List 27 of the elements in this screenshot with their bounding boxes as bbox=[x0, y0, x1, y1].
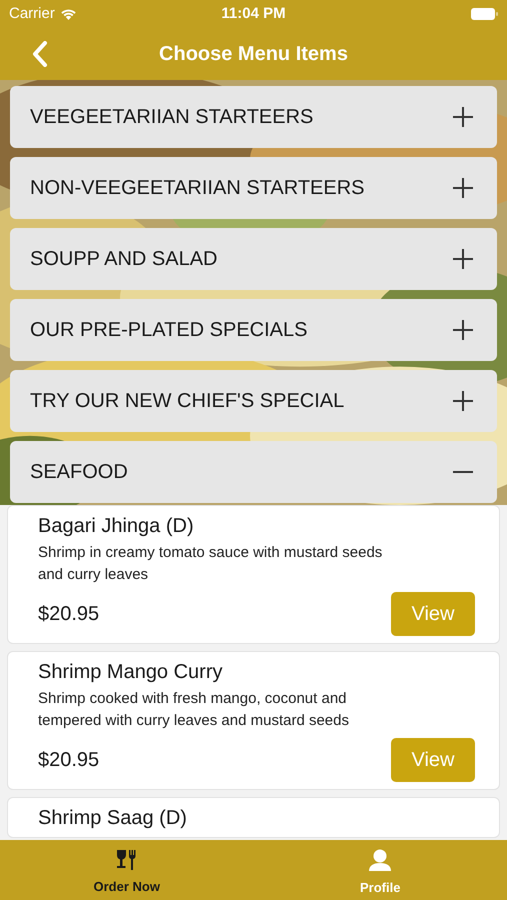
screen-title: Choose Menu Items bbox=[159, 42, 348, 67]
plus-icon bbox=[453, 178, 473, 198]
wifi-icon bbox=[60, 8, 77, 20]
back-chevron-icon bbox=[32, 41, 48, 67]
plus-icon bbox=[453, 107, 473, 127]
category-row[interactable]: OUR PRE-PLATED SPECIALS bbox=[10, 299, 497, 361]
clock-time: 11:04 PM bbox=[221, 4, 286, 24]
item-description: Shrimp in creamy tomato sauce with mustard seeds and curry leaves bbox=[38, 543, 384, 585]
item-price: $20.95 bbox=[38, 748, 100, 773]
plus-icon bbox=[453, 320, 473, 340]
item-name: Shrimp Saag (D) bbox=[38, 806, 188, 830]
item-price: $20.95 bbox=[38, 602, 100, 627]
battery-icon bbox=[471, 8, 498, 20]
tab-item[interactable]: Order Now bbox=[0, 840, 254, 900]
item-name: Shrimp Mango Curry bbox=[38, 660, 224, 684]
plus-icon bbox=[453, 391, 473, 411]
plus-icon bbox=[453, 249, 473, 269]
item-description: Shrimp cooked with fresh mango, coconut and tempered with curry leaves and mustard seeds bbox=[38, 689, 350, 731]
item-name: Bagari Jhinga (D) bbox=[38, 514, 195, 538]
person-icon bbox=[368, 848, 392, 872]
category-row[interactable]: SOUPP AND SALAD bbox=[10, 228, 497, 290]
category-row[interactable]: NON-VEEGEETARIIAN STARTEERS bbox=[10, 157, 497, 219]
category-row[interactable]: TRY OUR NEW CHIEF'S SPECIAL bbox=[10, 370, 497, 432]
category-row[interactable]: SEAFOOD bbox=[10, 441, 497, 503]
category-row[interactable]: VEEGEETARIIAN STARTEERS bbox=[10, 86, 497, 148]
carrier-label: Carrier bbox=[9, 4, 55, 24]
minus-icon bbox=[453, 471, 473, 473]
